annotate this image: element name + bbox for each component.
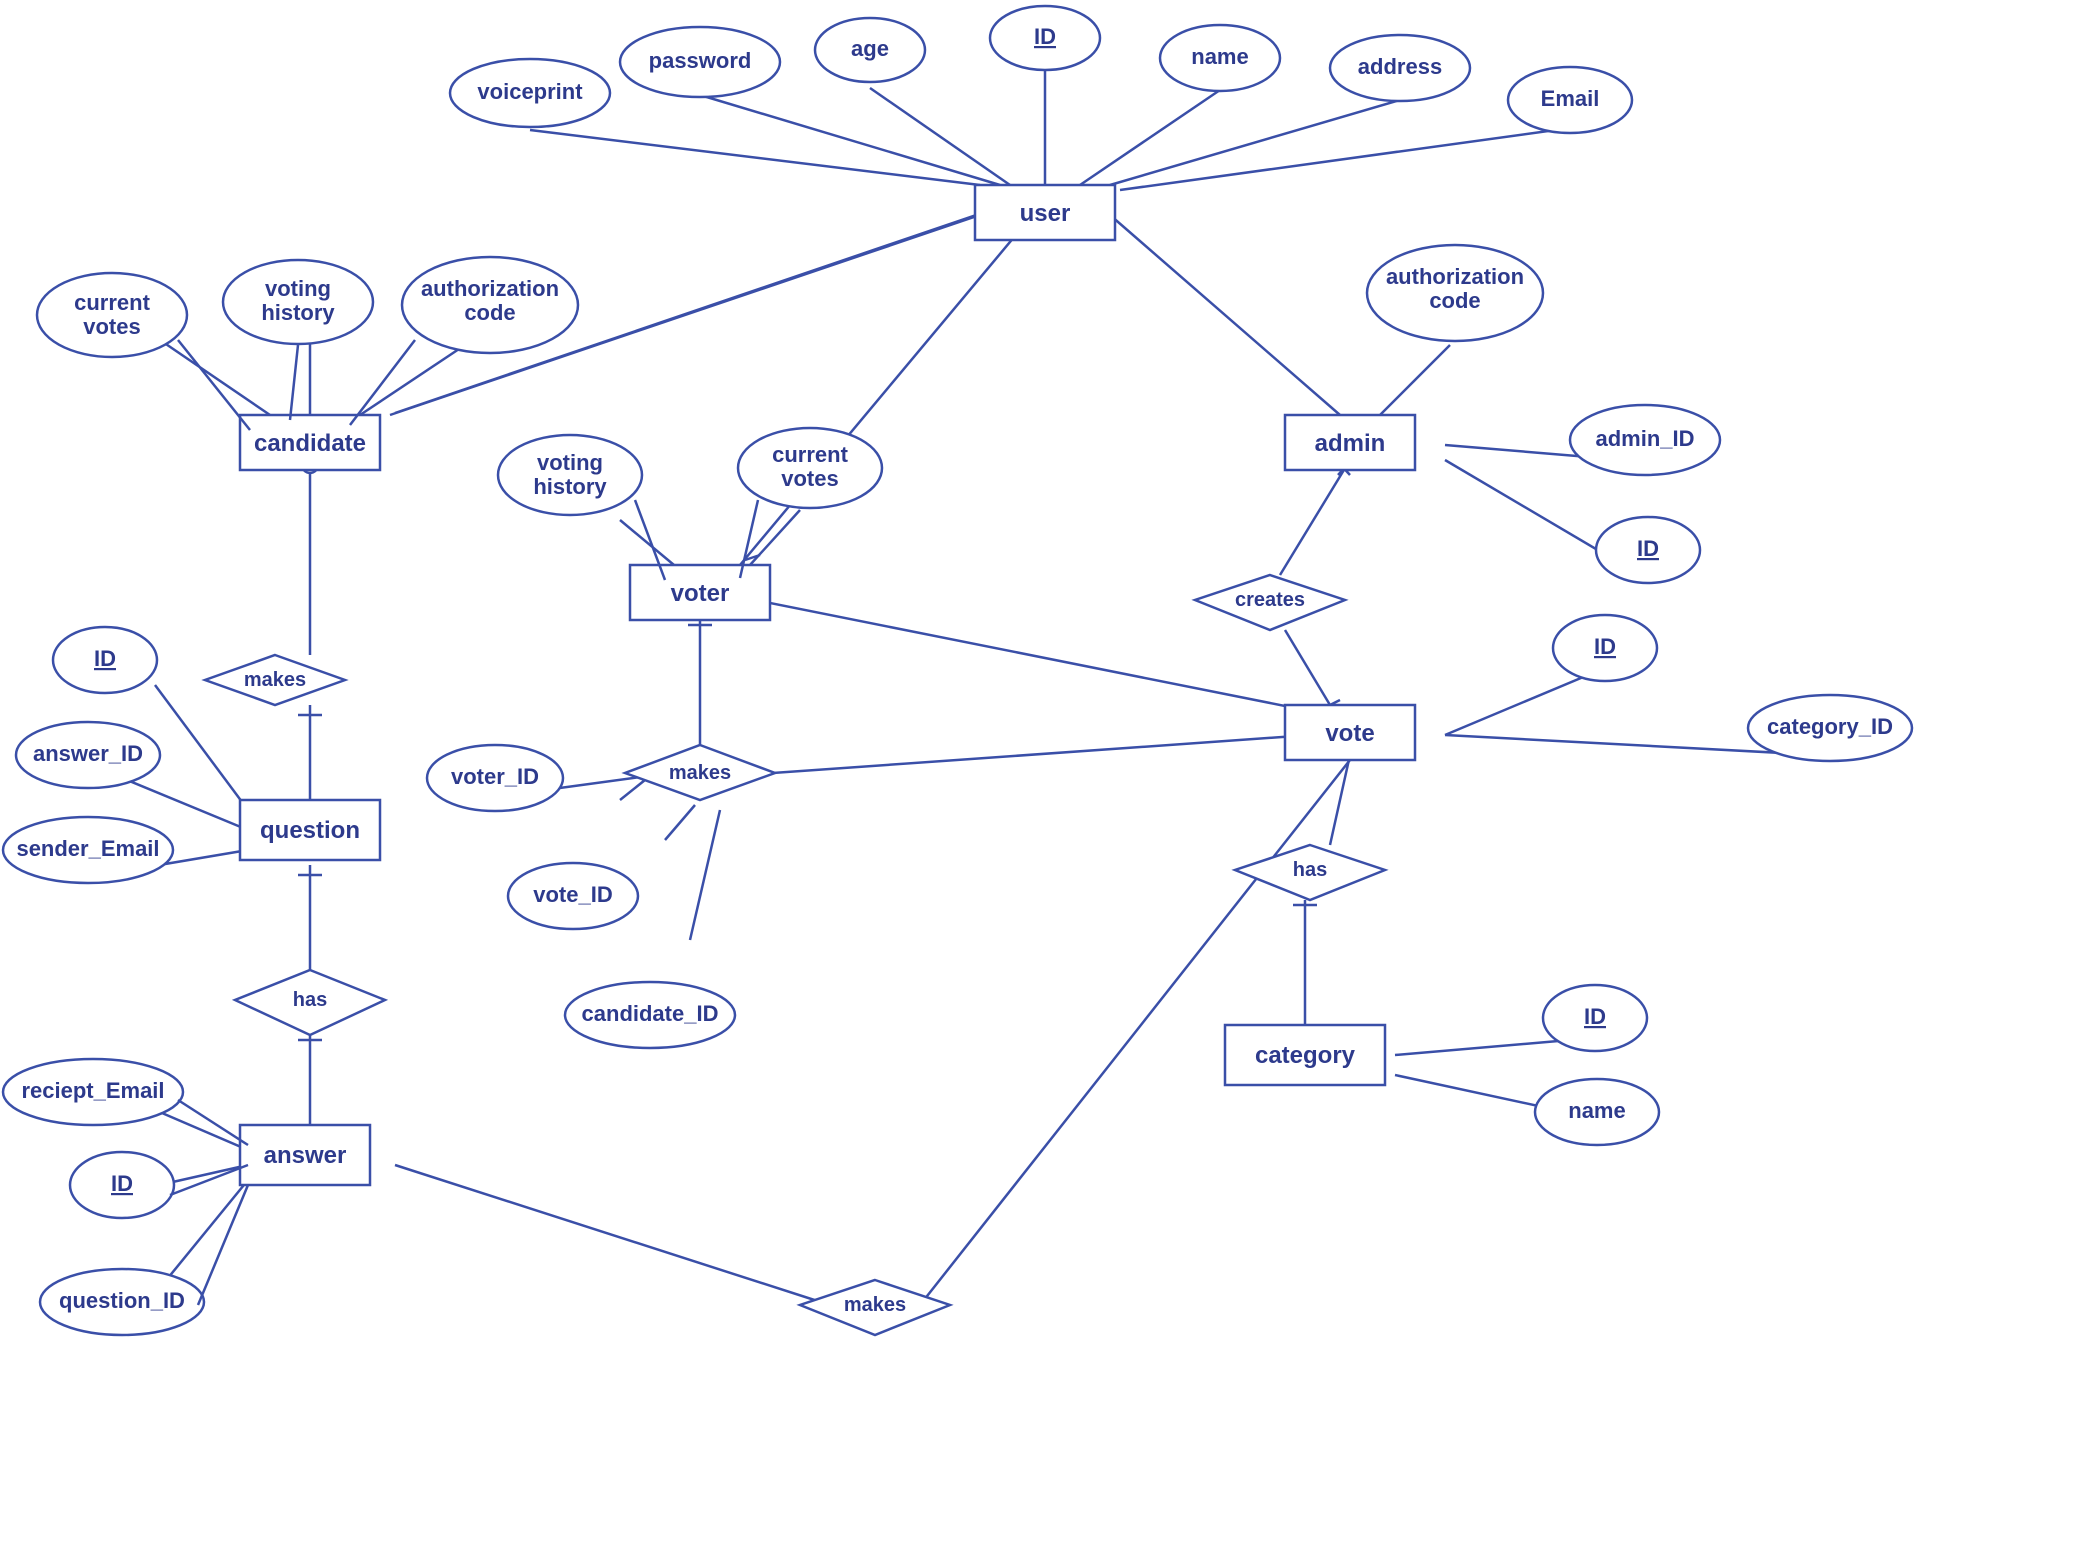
entity-candidate-label: candidate [254,430,366,457]
attr-id-admin-label: ID [1637,536,1659,561]
attr-id-question-label: ID [94,646,116,671]
entity-answer-label: answer [264,1142,347,1169]
attr-current-votes-cand-label1: current [74,290,150,315]
er-diagram: user candidate voter admin vote question… [0,0,2090,1566]
attr-id-user-label: ID [1034,24,1056,49]
attr-current-votes-voter-label1: current [772,442,848,467]
attr-current-votes-voter-label2: votes [781,466,838,491]
attr-question-id-label: question_ID [59,1288,185,1313]
attr-age-label: age [851,36,889,61]
attr-id-category-label: ID [1584,1004,1606,1029]
entity-question-label: question [260,817,360,844]
attr-auth-code-admin-label2: code [1429,288,1480,313]
attr-id-vote-label: ID [1594,634,1616,659]
attr-auth-code-cand-label1: authorization [421,276,559,301]
rel-makes-voter-label: makes [669,762,731,784]
attr-auth-code-cand-label2: code [464,300,515,325]
entity-user-label: user [1020,200,1071,227]
rel-has-answer-label: has [293,989,327,1011]
entity-vote-label: vote [1325,720,1374,747]
attr-address-label: address [1358,54,1442,79]
rel-has-category-label: has [1293,859,1327,881]
attr-current-votes-cand-label2: votes [83,314,140,339]
attr-name-category-label: name [1568,1098,1625,1123]
attr-id-answer-label: ID [111,1171,133,1196]
attr-voiceprint-label: voiceprint [477,79,583,104]
attr-admin-id-label: admin_ID [1595,426,1694,451]
entity-category-label: category [1255,1042,1356,1069]
attr-reciept-email-label: reciept_Email [21,1078,164,1103]
entity-admin-label: admin [1315,430,1386,457]
rel-makes-answer-label: makes [844,1294,906,1316]
attr-voting-history-voter-label1: voting [537,450,603,475]
rel-makes-candidate-label: makes [244,669,306,691]
attr-email-user-label: Email [1541,86,1600,111]
attr-voting-history-cand-label2: history [261,300,335,325]
attr-voter-id-label: voter_ID [451,764,539,789]
rel-creates-label: creates [1235,589,1305,611]
attr-candidate-id-label: candidate_ID [582,1001,719,1026]
attr-voting-history-voter-label2: history [533,474,607,499]
attr-voting-history-cand-label1: voting [265,276,331,301]
attr-password-label: password [649,48,752,73]
attr-category-id-label: category_ID [1767,714,1893,739]
entity-voter-label: voter [671,580,730,607]
attr-name-user-label: name [1191,44,1248,69]
attr-auth-code-admin-label1: authorization [1386,264,1524,289]
attr-sender-email-label: sender_Email [16,836,159,861]
attr-vote-id-label: vote_ID [533,882,612,907]
attr-answer-id-label: answer_ID [33,741,143,766]
